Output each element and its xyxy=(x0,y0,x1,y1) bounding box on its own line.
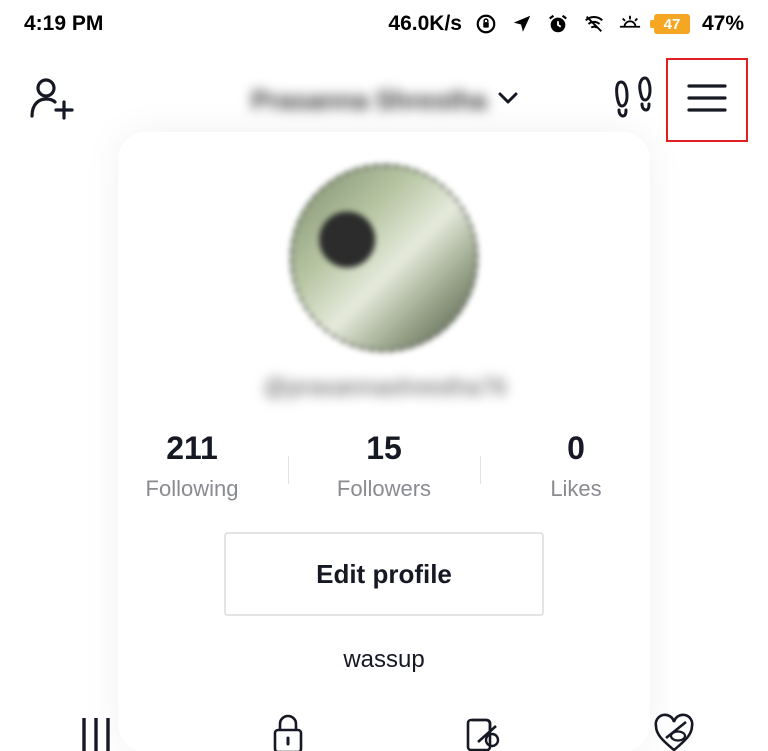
account-switcher[interactable]: Prasanna Shrestha xyxy=(220,80,550,120)
tab-liked[interactable] xyxy=(646,712,702,751)
edit-profile-button[interactable]: Edit profile xyxy=(224,532,544,616)
hamburger-menu-icon xyxy=(687,83,727,118)
stat-value: 211 xyxy=(166,430,218,466)
brightness-icon xyxy=(618,12,642,36)
alarm-icon xyxy=(546,12,570,36)
stat-value: 15 xyxy=(366,430,402,466)
status-bar: 4:19 PM 46.0K/s 47 47% xyxy=(0,0,768,48)
stat-label: Followers xyxy=(336,476,432,501)
network-speed: 46.0K/s xyxy=(388,12,462,35)
profile-stats: 211 Following 15 Followers 0 Likes xyxy=(96,428,672,518)
stat-following[interactable]: 211 Following xyxy=(96,428,288,518)
lock-icon xyxy=(271,712,305,751)
username-handle: @prasannashrestha76 xyxy=(263,374,507,401)
tab-videos[interactable] xyxy=(68,712,124,751)
profile-screen: 4:19 PM 46.0K/s 47 47% Prasanna Shrestha… xyxy=(0,0,768,751)
content-tabs xyxy=(0,712,768,751)
add-user-button[interactable] xyxy=(26,76,78,124)
person-add-icon xyxy=(28,76,76,125)
grid-icon xyxy=(79,712,113,751)
battery-percent: 47% xyxy=(701,12,744,35)
status-icons: 46.0K/s 47 47% xyxy=(388,12,744,36)
profile-views-button[interactable] xyxy=(608,75,660,125)
wifi-icon xyxy=(582,12,606,36)
footprints-icon xyxy=(613,75,655,125)
avatar[interactable] xyxy=(290,164,478,352)
stat-value: 0 xyxy=(567,430,585,466)
status-time: 4:19 PM xyxy=(24,12,104,35)
liked-hidden-icon xyxy=(652,712,696,751)
profile-bio: wassup xyxy=(343,646,425,673)
location-arrow-icon xyxy=(510,12,534,36)
stat-label: Following xyxy=(145,476,239,501)
stat-followers[interactable]: 15 Followers xyxy=(288,428,480,518)
stat-likes[interactable]: 0 Likes xyxy=(480,428,672,518)
profile-display-name: Prasanna Shrestha xyxy=(251,84,487,115)
chevron-down-icon xyxy=(497,91,519,110)
rotation-lock-icon xyxy=(474,12,498,36)
tab-reposts[interactable] xyxy=(454,712,510,751)
repost-icon xyxy=(462,712,502,751)
hamburger-menu-button[interactable] xyxy=(666,58,748,142)
profile-header: Prasanna Shrestha xyxy=(0,58,768,142)
battery-icon: 47 xyxy=(649,14,690,34)
tab-private[interactable] xyxy=(260,712,316,751)
stat-label: Likes xyxy=(550,476,602,501)
